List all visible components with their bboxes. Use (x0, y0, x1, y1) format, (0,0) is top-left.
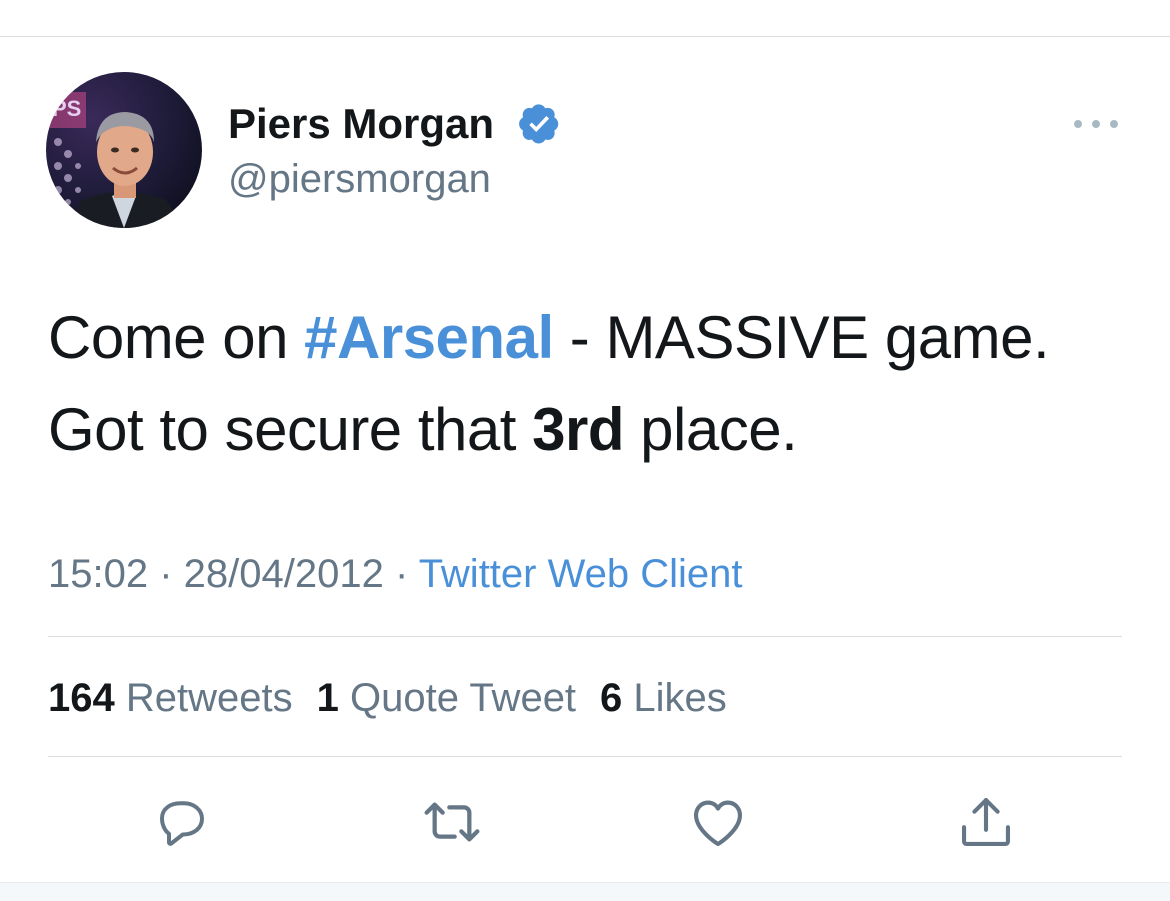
tweet-stats: 164 Retweets 1 Quote Tweet 6 Likes (48, 672, 727, 724)
tweet-text-line-2: Got to secure that 3rd place. (48, 384, 1138, 476)
profile-photo: PS (46, 72, 202, 228)
handle[interactable]: @piersmorgan (228, 154, 491, 204)
divider (48, 756, 1122, 757)
display-name[interactable]: Piers Morgan (228, 98, 494, 150)
meta-separator: · (383, 552, 419, 596)
share-icon (961, 797, 1011, 847)
likes-label: Likes (622, 676, 727, 720)
heart-icon (693, 800, 743, 847)
top-divider (0, 36, 1170, 37)
text-segment: place. (623, 396, 798, 463)
bold-text: 3rd (532, 396, 624, 463)
svg-text:PS: PS (52, 96, 81, 121)
retweet-icon (424, 802, 480, 842)
quotes-count: 1 (316, 676, 339, 720)
text-segment: Got to secure that (48, 396, 533, 463)
tweet-text: Come on #Arsenal - MASSIVE game. Got to … (48, 292, 1138, 476)
source-client-link[interactable]: Twitter Web Client (419, 552, 743, 596)
more-options-icon[interactable] (1068, 110, 1124, 138)
text-segment: Come on (48, 304, 305, 371)
tweet-text-line-1: Come on #Arsenal - MASSIVE game. (48, 292, 1138, 384)
share-button[interactable] (954, 790, 1018, 854)
avatar[interactable]: PS (46, 72, 202, 228)
retweets-count: 164 (48, 676, 115, 720)
tweet-time[interactable]: 15:02 (48, 552, 148, 596)
quotes-stat[interactable]: 1 Quote Tweet (317, 676, 576, 720)
retweets-label: Retweets (114, 676, 293, 720)
tweet-meta: 15:02 · 28/04/2012 · Twitter Web Client (48, 548, 743, 600)
hashtag-link[interactable]: #Arsenal (304, 304, 554, 371)
retweets-stat[interactable]: 164 Retweets (48, 676, 293, 720)
reply-icon (160, 801, 204, 846)
like-button[interactable] (686, 790, 750, 854)
retweet-button[interactable] (420, 790, 484, 854)
tweet-date[interactable]: 28/04/2012 (184, 552, 384, 596)
quotes-label: Quote Tweet (338, 676, 577, 720)
verified-badge-icon (519, 104, 559, 144)
text-segment: - MASSIVE game. (553, 304, 1050, 371)
likes-stat[interactable]: 6 Likes (600, 676, 727, 720)
reply-button[interactable] (150, 790, 214, 854)
meta-separator: · (148, 552, 184, 596)
divider (48, 636, 1122, 637)
likes-count: 6 (600, 676, 623, 720)
bottom-edge (0, 882, 1170, 901)
